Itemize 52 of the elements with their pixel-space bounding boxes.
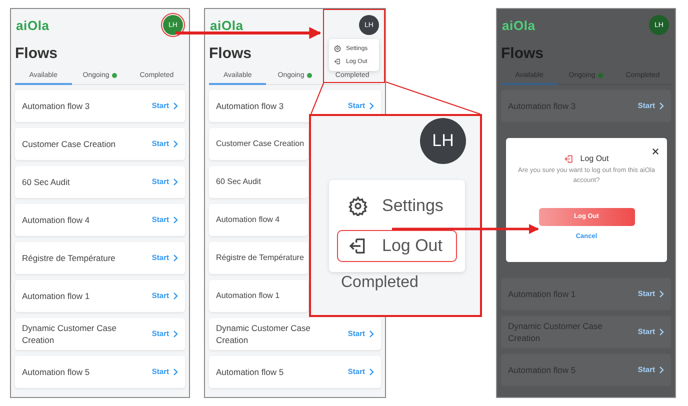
flow-card[interactable]: Customer Case Creation <box>209 128 308 160</box>
flow-name: Régistre de Température <box>22 252 116 264</box>
flow-name: Dynamic Customer Case Creation <box>22 322 118 346</box>
chevron-icon <box>659 102 665 110</box>
chevron-icon <box>173 102 179 110</box>
chevron-icon <box>173 330 179 338</box>
menu-item[interactable]: Log Out <box>337 230 457 262</box>
logout-icon <box>564 154 574 164</box>
chevron-icon <box>659 328 665 336</box>
chevron-icon <box>173 368 179 376</box>
page-title: Flows <box>15 45 58 62</box>
flow-card[interactable]: Automation flow 4 <box>209 204 308 236</box>
logout-icon <box>334 58 341 65</box>
chevron-icon <box>173 178 179 186</box>
flow-name: Automation flow 5 <box>22 366 90 378</box>
flow-name: Automation flow 4 <box>22 214 90 226</box>
dialog-title: Log Out <box>580 154 609 163</box>
logo: aiOla <box>210 18 244 32</box>
chevron-icon <box>173 292 179 300</box>
logo: aiOla <box>16 18 50 32</box>
chevron-icon <box>173 140 179 148</box>
flow-name: Automation flow 3 <box>22 100 90 112</box>
close-icon[interactable] <box>652 148 659 154</box>
flow-name: Automation flow 1 <box>216 290 280 302</box>
chevron-icon <box>369 368 375 376</box>
flow-name: Automation flow 5 <box>216 366 284 378</box>
logo: aiOla <box>502 18 536 32</box>
flow-name: Automation flow 4 <box>216 214 280 226</box>
settings-icon <box>348 196 368 216</box>
flow-name: Customer Case Creation <box>22 138 116 150</box>
chevron-icon <box>659 290 665 298</box>
flow-card[interactable]: 60 Sec Audit <box>209 166 308 198</box>
flow-name: Automation flow 1 <box>22 290 90 302</box>
menu-item[interactable]: Settings <box>337 190 457 222</box>
flow-name: 60 Sec Audit <box>216 176 261 188</box>
settings-icon <box>334 45 341 52</box>
flow-name: 60 Sec Audit <box>22 176 70 188</box>
chevron-icon <box>369 330 375 338</box>
flow-name: Automation flow 3 <box>216 100 284 112</box>
avatar: LH <box>420 118 466 164</box>
flow-card[interactable]: Automation flow 1 <box>209 280 308 312</box>
tab-label: Completed <box>341 274 418 292</box>
page-title: Flows <box>501 45 544 62</box>
flow-name: Dynamic Customer Case Creation <box>216 322 312 346</box>
chevron-icon <box>659 366 665 374</box>
flow-name: Régistre de Température <box>216 252 304 264</box>
chevron-icon <box>173 216 179 224</box>
flow-card[interactable]: Régistre de Température <box>209 242 308 274</box>
chevron-icon <box>369 102 375 110</box>
page-title: Flows <box>209 45 252 62</box>
flow-name: Customer Case Creation <box>216 138 304 150</box>
chevron-icon <box>173 254 179 262</box>
